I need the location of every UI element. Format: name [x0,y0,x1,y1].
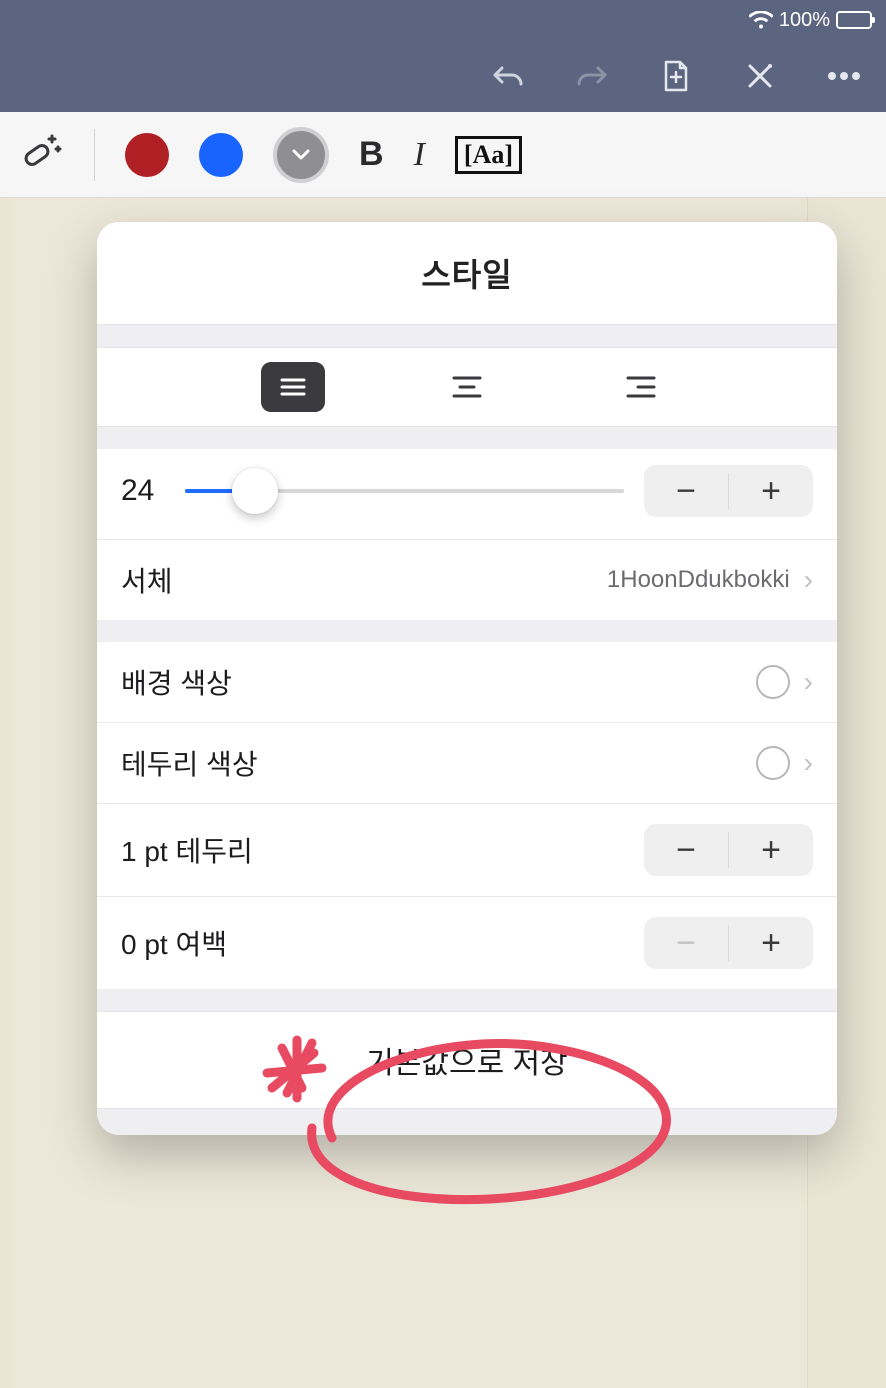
separator [94,129,95,181]
save-default-button[interactable]: 기본값으로 저장 [97,1011,837,1109]
color-red-button[interactable] [125,133,169,177]
font-size-stepper[interactable]: − + [644,465,813,517]
stepper-plus-button[interactable]: + [729,465,813,517]
app-navbar [0,40,886,112]
more-button[interactable] [822,54,866,98]
padding-row: 0 pt 여백 − + [97,897,837,989]
border-color-label: 테두리 색상 [121,743,258,783]
style-popover: 스타일 24 − + 서체 [97,222,837,1135]
color-more-button[interactable] [273,127,329,183]
font-row[interactable]: 서체 1HoonDdukbokki › [97,540,837,620]
add-page-button[interactable] [654,54,698,98]
italic-button[interactable]: I [414,136,425,174]
wifi-icon [749,11,773,29]
popover-title: 스타일 [97,222,837,325]
background-color-row[interactable]: 배경 색상 › [97,642,837,723]
border-color-swatch [756,746,790,780]
align-right-button[interactable] [609,362,673,412]
stepper-minus-button[interactable]: − [644,824,728,876]
battery-percent: 100% [779,9,830,32]
status-bar: 100% [0,0,886,40]
padding-label: 0 pt 여백 [121,923,227,963]
align-justify-button[interactable] [261,362,325,412]
font-size-slider[interactable] [185,471,624,511]
chevron-right-icon: › [804,564,813,596]
font-value: 1HoonDdukbokki [607,566,790,594]
border-size-row: 1 pt 테두리 − + [97,804,837,897]
font-size-value: 24 [121,474,165,508]
format-toolbar: B I [Aa] [0,112,886,198]
chevron-right-icon: › [804,747,813,779]
redo-button[interactable] [570,54,614,98]
font-label: 서체 [121,560,173,600]
close-tool-button[interactable] [738,54,782,98]
stepper-plus-button[interactable]: + [729,917,813,969]
border-size-label: 1 pt 테두리 [121,830,253,870]
undo-button[interactable] [486,54,530,98]
color-blue-button[interactable] [199,133,243,177]
stepper-minus-button[interactable]: − [644,465,728,517]
magic-tool-button[interactable] [18,129,64,180]
bg-color-label: 배경 색상 [121,662,232,702]
border-size-stepper[interactable]: − + [644,824,813,876]
stepper-plus-button[interactable]: + [729,824,813,876]
border-color-row[interactable]: 테두리 색상 › [97,723,837,804]
bold-button[interactable]: B [359,135,384,174]
stepper-minus-button[interactable]: − [644,917,728,969]
battery-icon [836,11,872,29]
padding-stepper[interactable]: − + [644,917,813,969]
text-style-button[interactable]: [Aa] [455,136,522,174]
bg-color-swatch [756,665,790,699]
align-center-button[interactable] [435,362,499,412]
chevron-right-icon: › [804,666,813,698]
